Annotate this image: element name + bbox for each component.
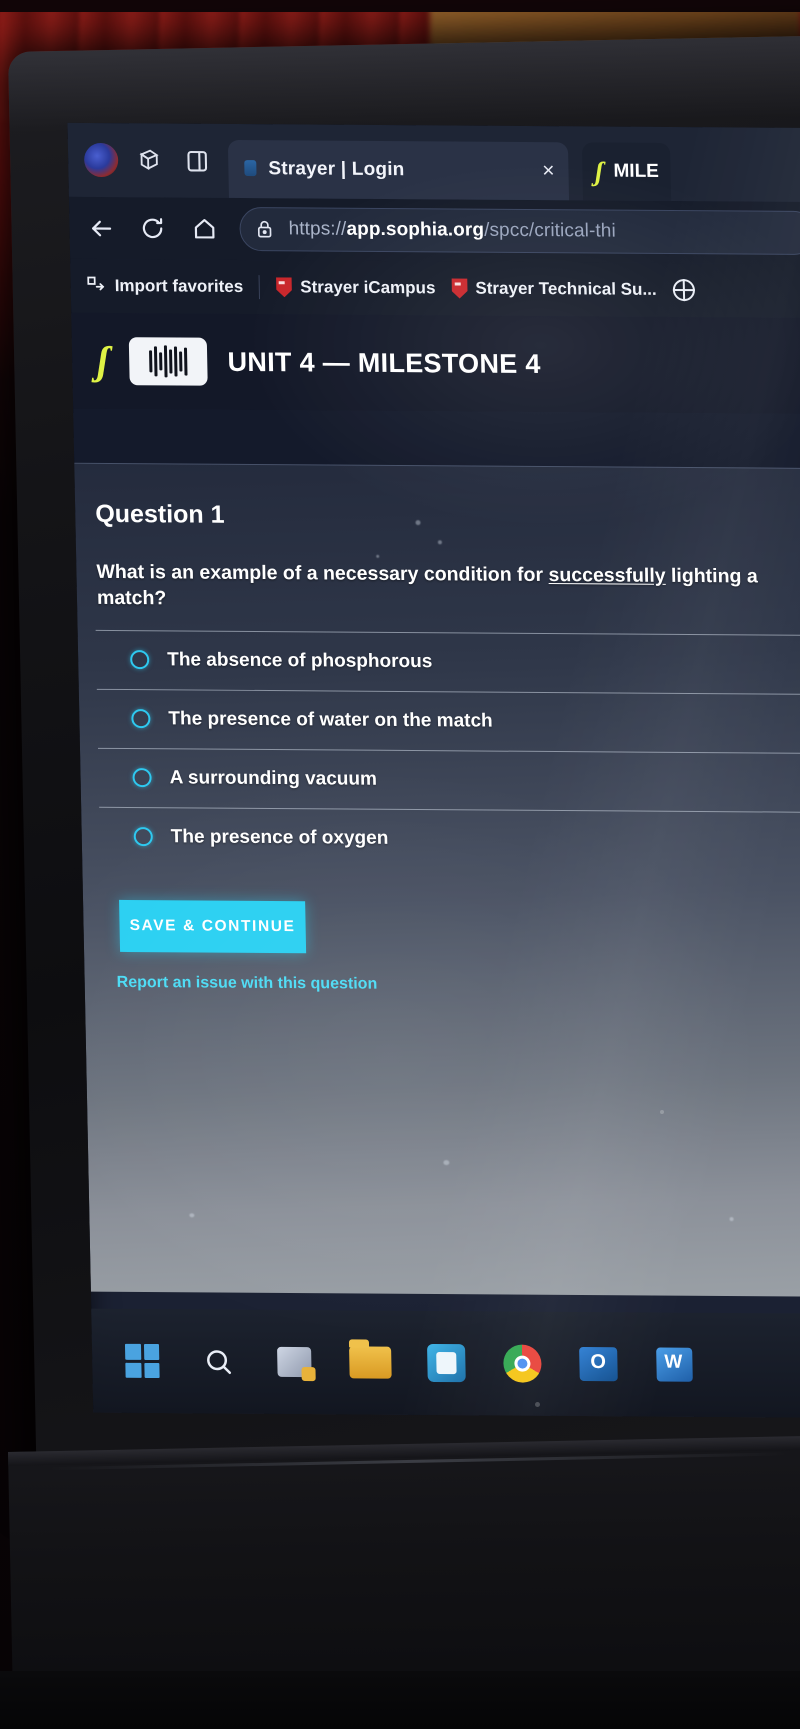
address-bar[interactable]: https://app.sophia.org/spcc/critical-thi [239, 206, 800, 256]
browser-tab-inactive[interactable]: ʃ MILE [581, 142, 672, 202]
sophia-logo-icon[interactable]: ʃ [96, 338, 110, 383]
question-prompt-before: What is an example of a necessary condit… [96, 560, 549, 587]
lock-icon [254, 219, 274, 239]
question-number: Question 1 [95, 499, 225, 529]
bookmark-label: Strayer Technical Su... [475, 278, 657, 299]
browser-toolbar: https://app.sophia.org/spcc/critical-thi [68, 196, 800, 265]
photo-scene: Strayer | Login × ʃ MILE https://app.sop… [0, 0, 800, 1729]
answer-option-3[interactable]: A surrounding vacuum [97, 747, 800, 812]
split-screen-icon[interactable] [180, 144, 215, 178]
bookmark-separator [259, 275, 261, 300]
import-favorites-icon [84, 272, 107, 299]
chrome-button[interactable] [498, 1339, 547, 1387]
answer-option-label: The presence of oxygen [170, 825, 389, 849]
bookmark-label: Import favorites [114, 276, 244, 296]
outlook-icon [579, 1346, 618, 1382]
tab-favicon-icon [244, 160, 257, 177]
answer-option-4[interactable]: The presence of oxygen [99, 806, 800, 871]
browser-window: Strayer | Login × ʃ MILE https://app.sop… [67, 122, 800, 1418]
laptop-display: Strayer | Login × ʃ MILE https://app.sop… [67, 122, 800, 1418]
radio-button-icon[interactable] [131, 709, 151, 729]
folder-icon [349, 1346, 392, 1379]
milestone-badge-icon [129, 337, 209, 386]
bezel-sheen [8, 35, 800, 132]
bookmark-strayer-technical-support[interactable]: Strayer Technical Su... [451, 278, 657, 299]
address-bar-url: https://app.sophia.org/spcc/critical-thi [288, 218, 616, 242]
bookmark-import-favorites[interactable]: Import favorites [84, 272, 243, 300]
page-filler [103, 991, 800, 1296]
strayer-shield-icon [451, 278, 467, 298]
radio-button-icon[interactable] [130, 650, 150, 670]
microsoft-store-button[interactable] [422, 1339, 471, 1387]
search-button[interactable] [194, 1337, 243, 1385]
url-host: app.sophia.org [346, 218, 485, 241]
widgets-button[interactable] [270, 1338, 319, 1386]
url-scheme: https:// [288, 218, 347, 240]
bookmark-strayer-icampus[interactable]: Strayer iCampus [276, 277, 436, 298]
answer-option-label: The absence of phosphorous [167, 648, 433, 672]
report-issue-link[interactable]: Report an issue with this question [117, 973, 378, 993]
answer-option-2[interactable]: The presence of water on the match [96, 688, 800, 753]
save-and-continue-button[interactable]: SAVE & CONTINUE [119, 899, 307, 953]
dust-speck [660, 1110, 664, 1114]
tab-title: Strayer | Login [268, 158, 405, 181]
radio-button-icon[interactable] [132, 768, 152, 788]
tab-title: MILE [613, 160, 660, 182]
back-arrow-icon[interactable] [83, 211, 118, 245]
bookmarks-bar: Import favorites Strayer iCampus Strayer… [70, 258, 800, 319]
chrome-icon [503, 1344, 542, 1383]
answer-option-label: A surrounding vacuum [169, 766, 378, 790]
globe-icon [672, 278, 695, 302]
outlook-button[interactable] [574, 1340, 623, 1388]
file-explorer-button[interactable] [346, 1338, 395, 1386]
dust-speck [535, 1402, 540, 1407]
app-header: ʃ UNIT 4 — MILESTONE 4 [71, 312, 800, 415]
word-button[interactable] [650, 1340, 699, 1388]
start-button[interactable] [118, 1337, 167, 1385]
bookmark-globe[interactable] [672, 278, 695, 302]
windows-logo-icon [124, 1343, 160, 1379]
windows-taskbar [91, 1308, 800, 1418]
strayer-shield-icon [276, 277, 292, 297]
close-icon[interactable]: × [514, 159, 555, 183]
laptop-screen-assembly: Strayer | Login × ʃ MILE https://app.sop… [8, 35, 800, 1492]
url-path: /spcc/critical-thi [483, 219, 616, 242]
home-icon[interactable] [187, 212, 222, 246]
answer-option-label: The presence of water on the match [168, 707, 493, 732]
question-prompt: What is an example of a necessary condit… [96, 559, 800, 617]
browser-tab-strip: Strayer | Login × ʃ MILE [67, 122, 800, 203]
question-prompt-emphasis: successfully [548, 564, 666, 587]
answer-option-1[interactable]: The absence of phosphorous [95, 629, 800, 694]
table-surface [0, 1671, 800, 1729]
browser-tab-active[interactable]: Strayer | Login × [227, 139, 570, 201]
profile-avatar-icon[interactable] [83, 142, 119, 178]
sophia-logo-icon: ʃ [594, 155, 604, 187]
question-panel: Question 1 What is an example of a neces… [74, 463, 800, 1297]
widgets-icon [277, 1346, 312, 1378]
collections-icon[interactable] [132, 143, 167, 177]
bookmark-label: Strayer iCampus [300, 277, 436, 298]
store-icon [427, 1343, 466, 1383]
search-icon [207, 1350, 232, 1375]
page-title: UNIT 4 — MILESTONE 4 [227, 346, 541, 379]
radio-button-icon[interactable] [133, 827, 153, 847]
header-spacer [73, 408, 800, 469]
reload-icon[interactable] [135, 211, 170, 245]
background-top-strip [0, 0, 800, 12]
word-icon [656, 1347, 693, 1382]
